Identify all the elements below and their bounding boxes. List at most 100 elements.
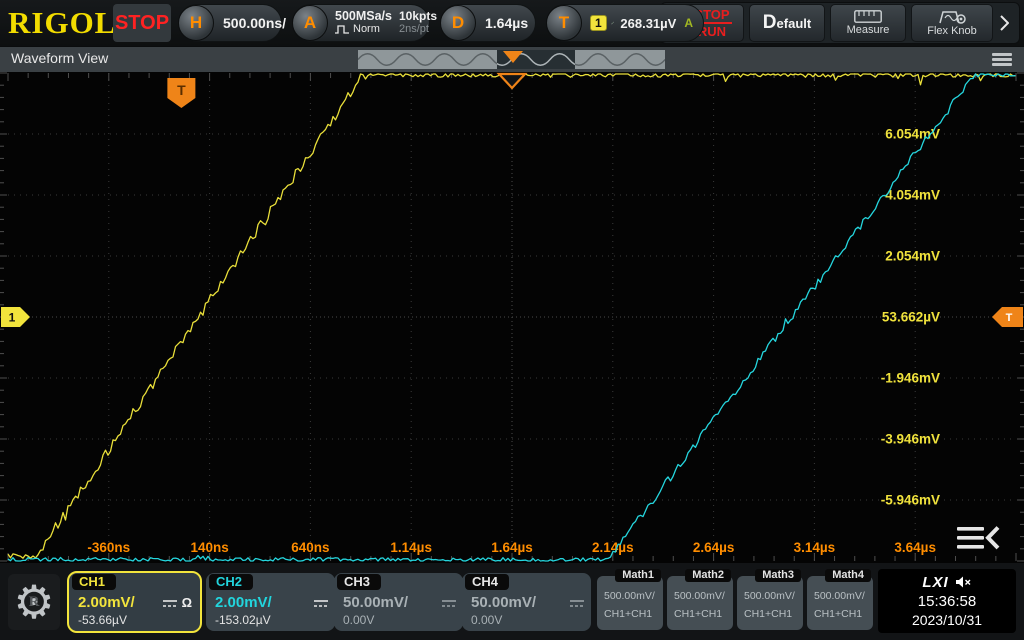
sample-resolution: 2ns/pt: [399, 23, 437, 36]
math2-scale: 500.00mV/: [674, 590, 725, 602]
ch2-offset: -153.02µV: [215, 613, 271, 627]
trigger-source-badge: 1: [590, 15, 607, 31]
x-tick-label: 3.64µs: [894, 540, 936, 555]
delay-knob[interactable]: D: [440, 5, 476, 41]
y-tick-label: 53.662µV: [882, 310, 940, 325]
ch4-tab: CH4: [465, 574, 509, 590]
pulse-icon: [335, 25, 350, 34]
ch4-scale: 50.00mV/: [471, 594, 536, 611]
x-tick-label: 140ns: [190, 540, 228, 555]
ch3-tab: CH3: [337, 574, 381, 590]
y-tick-label: -3.946mV: [881, 432, 940, 447]
dc-coupling-icon: [569, 597, 585, 609]
waveform-overview-strip[interactable]: [358, 50, 665, 69]
measure-label: Measure: [847, 24, 890, 36]
math4-expression: CH1+CH1: [814, 608, 862, 620]
delay-control[interactable]: D 1.64µs: [440, 4, 536, 42]
dc-coupling-icon: [313, 597, 329, 609]
y-tick-label: -1.946mV: [881, 371, 940, 386]
channel-box-ch2[interactable]: CH2 2.00mV/ -153.02µV: [206, 573, 335, 631]
math1-scale: 500.00mV/: [604, 590, 655, 602]
ch3-scale: 50.00mV/: [343, 594, 408, 611]
ch1-scale: 2.00mV/: [78, 594, 135, 611]
trigger-sweep-mode: A: [684, 16, 693, 30]
delay-value: 1.64µs: [476, 15, 540, 31]
ch1-offset-marker[interactable]: [1, 307, 30, 327]
chevron-right-icon[interactable]: [998, 15, 1010, 31]
dc-coupling-icon: [441, 597, 457, 609]
rigol-logo: RIGOL: [8, 5, 116, 41]
menu-icon[interactable]: [992, 53, 1012, 68]
channel-box-ch3[interactable]: CH3 50.00mV/ 0.00V: [334, 573, 463, 631]
ch1-impedance: Ω: [182, 595, 192, 610]
math4-tab: Math4: [825, 569, 871, 582]
default-label-initial: D: [763, 12, 777, 33]
memory-depth: 10kpts: [399, 10, 437, 23]
flex-knob-button[interactable]: Flex Knob: [911, 4, 993, 42]
math3-scale: 500.00mV/: [744, 590, 795, 602]
collapse-menu-icon[interactable]: [957, 527, 998, 549]
lxi-logo: LXI: [922, 573, 948, 592]
x-tick-label: 1.64µs: [491, 540, 533, 555]
ruler-icon: [854, 10, 882, 23]
acquisition-rate-group: 500MSa/s Norm: [328, 10, 397, 36]
trigger-level-value: 268.31µV: [620, 16, 676, 31]
acquisition-mode: Norm: [353, 23, 380, 36]
trigger-level-marker-label: T: [1006, 312, 1013, 324]
speaker-muted-icon: [955, 575, 972, 589]
default-label: efault: [777, 16, 812, 31]
x-tick-label: -360ns: [87, 540, 130, 555]
channel-box-ch4[interactable]: CH4 50.00mV/ 0.00V: [462, 573, 591, 631]
waveform-view-header: Waveform View: [0, 47, 1024, 73]
trigger-control[interactable]: T 1 268.31µV A: [546, 4, 704, 42]
oscilloscope-screen: RIGOL STOP H 500.00ns/ A 500MSa/s Norm 1…: [0, 0, 1024, 640]
ch4-offset: 0.00V: [471, 613, 502, 627]
status-box[interactable]: LXI 15:36:58 2023/10/31: [878, 569, 1016, 633]
ch1-offset-marker-label: 1: [9, 311, 16, 325]
default-button[interactable]: Default: [749, 4, 825, 42]
settings-gear-button[interactable]: ⚙ R: [8, 574, 60, 630]
math2-expression: CH1+CH1: [674, 608, 722, 620]
quick-button-cluster: STOP RUN Default Measure: [660, 2, 1020, 44]
math2-tab: Math2: [685, 569, 731, 582]
channel-box-ch1[interactable]: CH1 2.00mV/ Ω -53.66µV: [69, 573, 200, 631]
bottom-bar: ⚙ R CH1 2.00mV/ Ω -53.66µV CH2 2.00mV/: [0, 563, 1024, 640]
math1-expression: CH1+CH1: [604, 608, 652, 620]
y-tick-label: -5.946mV: [881, 493, 940, 508]
waveform-view-title: Waveform View: [11, 50, 108, 66]
math3-tab: Math3: [755, 569, 801, 582]
y-tick-label: 4.054mV: [885, 188, 940, 203]
math-box-math4[interactable]: Math4 500.00mV/ CH1+CH1: [807, 576, 873, 630]
math-box-math2[interactable]: Math2 500.00mV/ CH1+CH1: [667, 576, 733, 630]
math-box-math1[interactable]: Math1 500.00mV/ CH1+CH1: [597, 576, 663, 630]
horizontal-scale-value: 500.00ns/: [214, 15, 298, 31]
flex-knob-label: Flex Knob: [927, 25, 977, 37]
x-tick-label: 1.14µs: [390, 540, 432, 555]
math3-expression: CH1+CH1: [744, 608, 792, 620]
delay-position-marker[interactable]: [499, 74, 525, 88]
run-state-indicator[interactable]: STOP: [113, 4, 171, 42]
rigol-gear-monogram: R: [29, 594, 40, 611]
rising-edge-icon: [611, 15, 615, 31]
horizontal-scale-control[interactable]: H 500.00ns/: [178, 4, 282, 42]
math4-scale: 500.00mV/: [814, 590, 865, 602]
measure-button[interactable]: Measure: [830, 4, 906, 42]
horizontal-knob[interactable]: H: [178, 5, 214, 41]
ch2-tab: CH2: [209, 574, 253, 590]
ch1-tab: CH1: [72, 574, 116, 590]
top-bar: RIGOL STOP H 500.00ns/ A 500MSa/s Norm 1…: [0, 0, 1024, 46]
flex-knob-icon: [937, 10, 967, 24]
ch2-scale: 2.00mV/: [215, 594, 272, 611]
trigger-position-marker-label: T: [177, 82, 186, 98]
date: 2023/10/31: [912, 611, 982, 630]
dc-coupling-icon: [162, 597, 178, 609]
math-box-math3[interactable]: Math3 500.00mV/ CH1+CH1: [737, 576, 803, 630]
x-tick-label: 2.64µs: [693, 540, 735, 555]
sample-rate: 500MSa/s: [335, 10, 392, 23]
acquisition-control[interactable]: A 500MSa/s Norm 10kpts 2ns/pt: [292, 4, 430, 42]
acquisition-knob[interactable]: A: [292, 5, 328, 41]
graticule[interactable]: -360ns140ns640ns1.14µs1.64µs2.14µs2.64µs…: [0, 72, 1024, 563]
trigger-knob[interactable]: T: [546, 5, 582, 41]
ch3-offset: 0.00V: [343, 613, 374, 627]
ch1-offset: -53.66µV: [78, 613, 127, 627]
